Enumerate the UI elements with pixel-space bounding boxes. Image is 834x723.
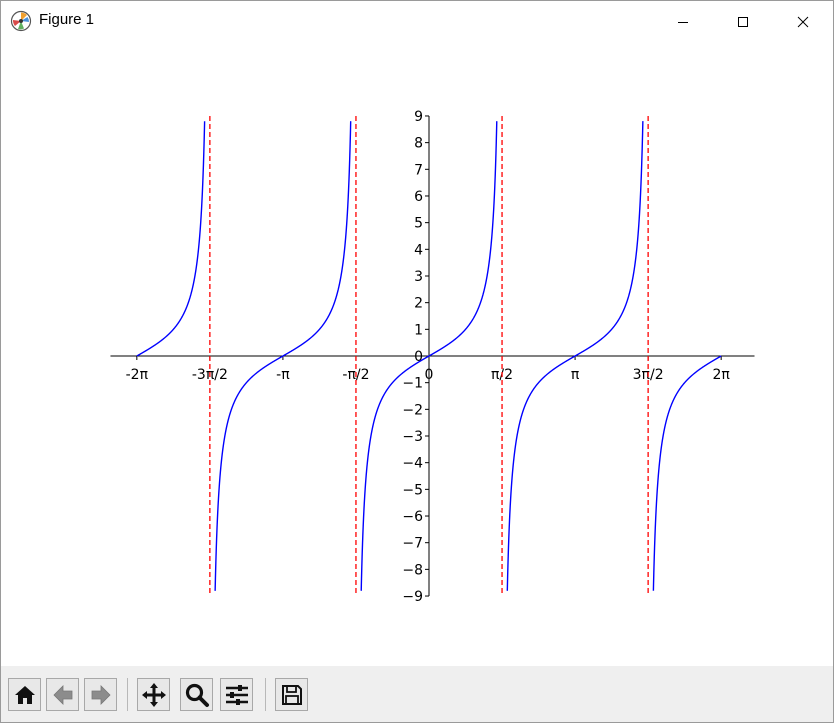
x-tick-label: 0 [425, 367, 434, 383]
y-tick-label: −2 [402, 402, 423, 418]
back-arrow-icon [52, 684, 72, 705]
maximize-icon [738, 16, 748, 27]
y-tick-label: 3 [414, 269, 423, 285]
tan-chart: 9876543210−1−2−3−4−5−6−7−8−9-2π -3π/2 -π -π… [110, 109, 755, 605]
y-tick-label: −5 [402, 482, 423, 498]
y-tick-label: −4 [402, 456, 423, 472]
forward-button[interactable] [84, 678, 117, 711]
y-tick-label: 8 [414, 136, 423, 152]
navigation-toolbar [1, 666, 833, 722]
y-tick-label: 7 [414, 162, 423, 178]
save-button[interactable] [275, 678, 308, 711]
y-tick-label: −3 [402, 429, 423, 445]
y-tick-label: −7 [402, 536, 423, 552]
save-icon [281, 684, 302, 705]
matplotlib-logo-icon [10, 10, 32, 32]
y-tick-label: −1 [402, 376, 423, 392]
subplots-config-icon [225, 684, 248, 705]
y-tick-label: 4 [414, 242, 423, 258]
toolbar-separator [127, 678, 128, 711]
subplots-config-button[interactable] [220, 678, 253, 711]
y-tick-label: 2 [414, 296, 423, 312]
toolbar-separator [265, 678, 266, 711]
home-button[interactable] [8, 678, 41, 711]
y-tick-label: 1 [414, 322, 423, 338]
y-tick-label: −9 [402, 589, 423, 605]
window-title: Figure 1 [39, 11, 95, 28]
plot-area[interactable]: 9 8 7 6 5 4 3 2 1 0 −1 −2 −3 −4 −5 −6 −7 −8 −9 -2π -3π/2 -π -π… [1, 42, 833, 664]
forward-arrow-icon [91, 684, 111, 705]
tan-curve-branch [136, 121, 206, 357]
x-tick-label: -2π [126, 367, 149, 383]
x-tick-label: π [571, 367, 580, 383]
maximize-button[interactable] [713, 1, 773, 42]
minimize-icon [678, 21, 688, 23]
minimize-button[interactable] [653, 1, 713, 42]
x-tick-label: 2π [712, 367, 730, 383]
title-bar: Figure 1 [1, 1, 833, 42]
y-tick-label: 5 [414, 216, 423, 232]
y-tick-label: 9 [414, 109, 423, 125]
x-tick-label: -π [276, 367, 290, 383]
pan-icon [141, 682, 166, 707]
home-icon [14, 685, 35, 704]
y-tick-label: 6 [414, 189, 423, 205]
back-button[interactable] [46, 678, 79, 711]
close-button[interactable] [773, 1, 833, 42]
figure-window: Figure 1 9 8 7 6 5 4 3 2 1 0 −1 −2 −3 −4 −5 −6 −7 −8 −9 -2π… [0, 0, 834, 723]
tan-curve-branch [652, 355, 722, 591]
pan-button[interactable] [137, 678, 170, 711]
y-tick-label: −6 [402, 509, 423, 525]
close-icon [797, 16, 809, 27]
zoom-button[interactable] [180, 678, 213, 711]
zoom-icon [185, 683, 209, 707]
y-tick-label: −8 [402, 562, 423, 578]
